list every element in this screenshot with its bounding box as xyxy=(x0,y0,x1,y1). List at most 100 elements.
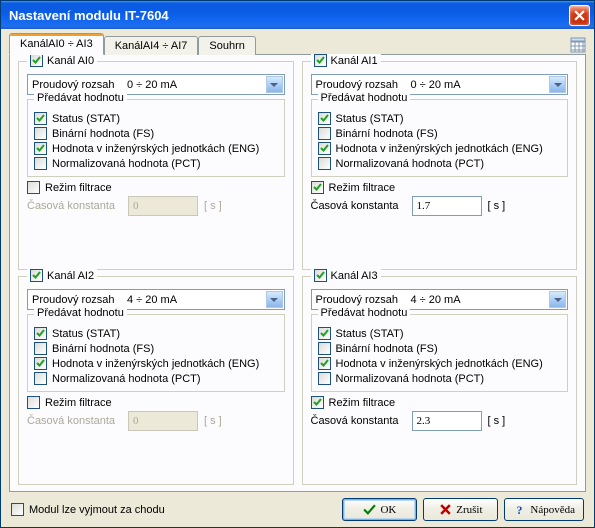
status-checkbox[interactable] xyxy=(318,112,331,125)
filter-mode-checkbox[interactable] xyxy=(311,181,324,194)
filter-mode-label: Režim filtrace xyxy=(329,182,396,194)
channel-group-ai3: Kanál AI3 Proudový rozsah 4 ÷ 20 mA Před… xyxy=(302,276,578,485)
status-checkbox[interactable] xyxy=(34,112,47,125)
question-icon: ? xyxy=(513,503,526,516)
status-checkbox[interactable] xyxy=(34,327,47,340)
ok-button[interactable]: OK xyxy=(342,498,417,521)
dialog-window: Nastavení modulu IT-7604 KanálAI0 ÷ AI3 … xyxy=(0,0,595,528)
tab-label: KanálAI0 ÷ AI3 xyxy=(20,38,93,50)
tab-label: Souhrn xyxy=(209,40,244,52)
hot-swap-label: Modul lze vyjmout za chodu xyxy=(29,504,165,516)
grid-view-icon[interactable] xyxy=(570,37,586,53)
binary-checkbox[interactable] xyxy=(34,127,47,140)
binary-checkbox[interactable] xyxy=(318,127,331,140)
filter-mode-checkbox[interactable] xyxy=(27,181,40,194)
time-constant-label: Časová konstanta xyxy=(27,200,122,212)
channel-group-ai2: Kanál AI2 Proudový rozsah 4 ÷ 20 mA Před… xyxy=(18,276,294,485)
dialog-footer: Modul lze vyjmout za chodu OK Zrušit ? N… xyxy=(9,492,586,523)
button-label: OK xyxy=(380,504,396,516)
svg-text:?: ? xyxy=(517,503,523,516)
tab-summary[interactable]: Souhrn xyxy=(198,36,255,55)
chevron-down-icon xyxy=(549,291,566,308)
tab-label: KanálAI4 ÷ AI7 xyxy=(115,40,188,52)
channel-title: Kanál AI2 xyxy=(47,270,94,282)
chevron-down-icon xyxy=(266,291,283,308)
transmit-legend: Předávat hodnotu xyxy=(318,307,411,319)
help-button[interactable]: ? Nápověda xyxy=(504,498,584,521)
filter-mode-checkbox[interactable] xyxy=(27,396,40,409)
pct-checkbox[interactable] xyxy=(318,157,331,170)
pct-checkbox[interactable] xyxy=(318,372,331,385)
channel-legend: Kanál AI3 xyxy=(311,269,381,282)
binary-label: Binární hodnota (FS) xyxy=(336,128,438,140)
time-constant-input[interactable] xyxy=(412,196,482,216)
titlebar: Nastavení modulu IT-7604 xyxy=(1,1,594,29)
time-constant-label: Časová konstanta xyxy=(311,200,406,212)
eng-checkbox[interactable] xyxy=(34,357,47,370)
channel-legend: Kanál AI1 xyxy=(311,54,381,67)
close-button[interactable] xyxy=(569,5,590,26)
transmit-group: Předávat hodnotu Status (STAT) Binární h… xyxy=(27,99,285,177)
channel-legend: Kanál AI0 xyxy=(27,54,97,67)
tab-ai4-ai7[interactable]: KanálAI4 ÷ AI7 xyxy=(104,36,199,55)
transmit-legend: Předávat hodnotu xyxy=(34,92,127,104)
tab-ai0-ai3[interactable]: KanálAI0 ÷ AI3 xyxy=(9,33,104,55)
range-value: 4 ÷ 20 mA xyxy=(411,294,461,306)
status-label: Status (STAT) xyxy=(336,328,404,340)
cancel-button[interactable]: Zrušit xyxy=(423,498,498,521)
filter-mode-label: Režim filtrace xyxy=(329,397,396,409)
cross-icon xyxy=(439,503,452,516)
channel-enable-checkbox[interactable] xyxy=(314,54,327,67)
pct-checkbox[interactable] xyxy=(34,157,47,170)
close-icon xyxy=(574,10,585,21)
eng-checkbox[interactable] xyxy=(318,357,331,370)
binary-checkbox[interactable] xyxy=(34,342,47,355)
transmit-group: Předávat hodnotu Status (STAT) Binární h… xyxy=(311,99,569,177)
binary-checkbox[interactable] xyxy=(318,342,331,355)
binary-label: Binární hodnota (FS) xyxy=(52,128,154,140)
channel-enable-checkbox[interactable] xyxy=(30,54,43,67)
unit-label: [ s ] xyxy=(488,200,506,212)
eng-label: Hodnota v inženýrských jednotkách (ENG) xyxy=(336,143,543,155)
eng-label: Hodnota v inženýrských jednotkách (ENG) xyxy=(52,358,259,370)
channel-legend: Kanál AI2 xyxy=(27,269,97,282)
time-constant-input[interactable] xyxy=(412,411,482,431)
channel-title: Kanál AI3 xyxy=(331,270,378,282)
binary-label: Binární hodnota (FS) xyxy=(336,343,438,355)
pct-label: Normalizovaná hodnota (PCT) xyxy=(336,373,485,385)
status-checkbox[interactable] xyxy=(318,327,331,340)
check-icon xyxy=(363,503,376,516)
chevron-down-icon xyxy=(549,76,566,93)
unit-label: [ s ] xyxy=(488,415,506,427)
status-label: Status (STAT) xyxy=(52,328,120,340)
channel-title: Kanál AI1 xyxy=(331,55,378,67)
range-field-label: Proudový rozsah xyxy=(316,79,411,91)
status-label: Status (STAT) xyxy=(52,113,120,125)
unit-label: [ s ] xyxy=(204,200,222,212)
filter-mode-label: Režim filtrace xyxy=(45,182,112,194)
transmit-group: Předávat hodnotu Status (STAT) Binární h… xyxy=(27,314,285,392)
button-label: Nápověda xyxy=(530,504,575,516)
channel-title: Kanál AI0 xyxy=(47,55,94,67)
time-constant-input xyxy=(128,196,198,216)
transmit-legend: Předávat hodnotu xyxy=(34,307,127,319)
status-label: Status (STAT) xyxy=(336,113,404,125)
channel-enable-checkbox[interactable] xyxy=(314,269,327,282)
range-value: 0 ÷ 20 mA xyxy=(127,79,177,91)
pct-label: Normalizovaná hodnota (PCT) xyxy=(336,158,485,170)
hot-swap-checkbox[interactable] xyxy=(11,503,24,516)
transmit-group: Předávat hodnotu Status (STAT) Binární h… xyxy=(311,314,569,392)
range-value: 0 ÷ 20 mA xyxy=(411,79,461,91)
filter-mode-label: Režim filtrace xyxy=(45,397,112,409)
eng-checkbox[interactable] xyxy=(318,142,331,155)
window-title: Nastavení modulu IT-7604 xyxy=(9,8,569,23)
eng-checkbox[interactable] xyxy=(34,142,47,155)
channel-enable-checkbox[interactable] xyxy=(30,269,43,282)
range-field-label: Proudový rozsah xyxy=(32,294,127,306)
filter-mode-checkbox[interactable] xyxy=(311,396,324,409)
tab-panel: Kanál AI0 Proudový rozsah 0 ÷ 20 mA Před… xyxy=(9,54,586,492)
pct-label: Normalizovaná hodnota (PCT) xyxy=(52,373,201,385)
time-constant-input xyxy=(128,411,198,431)
client-area: KanálAI0 ÷ AI3 KanálAI4 ÷ AI7 Souhrn Kan… xyxy=(1,29,594,527)
pct-checkbox[interactable] xyxy=(34,372,47,385)
